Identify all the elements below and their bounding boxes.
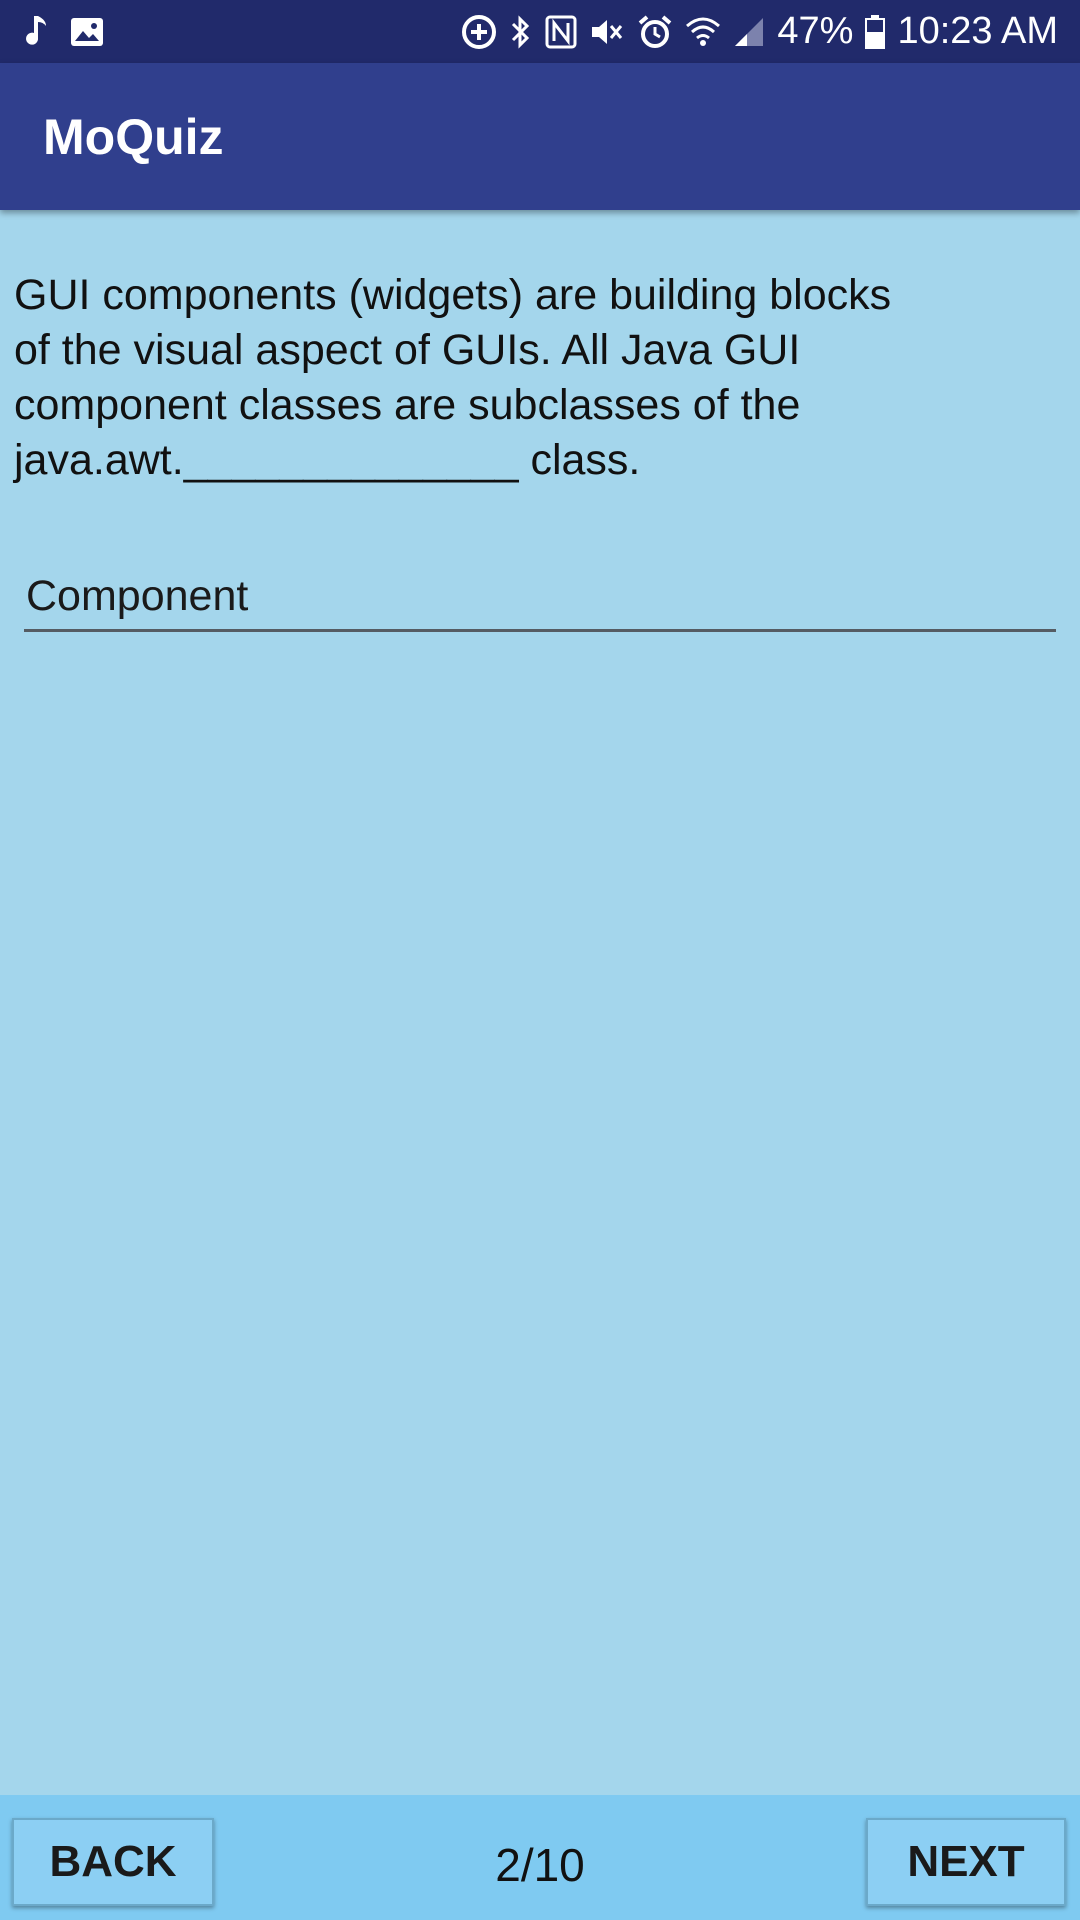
signal-icon <box>735 17 764 46</box>
back-button[interactable]: BACK <box>12 1818 214 1906</box>
question-line-2: of the visual aspect of GUIs. All Java G… <box>14 326 801 374</box>
app-title: MoQuiz <box>43 108 224 165</box>
battery-percent: 47% <box>777 10 854 52</box>
question-text: GUI components (widgets) are building bl… <box>14 268 1014 488</box>
answer-field-container <box>24 572 1056 632</box>
status-bar-left <box>22 14 124 50</box>
clock: 10:23 AM <box>897 10 1058 52</box>
bottom-nav-bar: BACK 2/10 NEXT <box>0 1795 1080 1920</box>
wifi-icon <box>686 17 721 46</box>
data-saver-icon <box>462 14 497 49</box>
nfc-icon <box>545 15 577 48</box>
page-indicator: 2/10 <box>495 1839 585 1891</box>
music-note-icon <box>26 15 46 45</box>
status-bar-right: 47% 10:23 AM <box>449 10 1058 53</box>
question-line-3: component classes are subclasses of the <box>14 381 801 429</box>
alarm-icon <box>639 14 672 48</box>
answer-input[interactable] <box>24 572 1056 632</box>
bluetooth-icon <box>512 14 530 49</box>
app-bar: MoQuiz <box>0 63 1080 210</box>
question-blank: ______________ <box>183 436 519 484</box>
question-line-1: GUI components (widgets) are building bl… <box>14 271 892 319</box>
mute-icon <box>592 19 623 44</box>
question-line-4-prefix: java.awt. <box>14 436 184 484</box>
question-line-4-suffix: class. <box>518 436 641 484</box>
next-button[interactable]: NEXT <box>866 1818 1066 1906</box>
image-icon <box>71 17 103 46</box>
status-bar: 47% 10:23 AM <box>0 0 1080 63</box>
battery-icon <box>865 14 886 49</box>
